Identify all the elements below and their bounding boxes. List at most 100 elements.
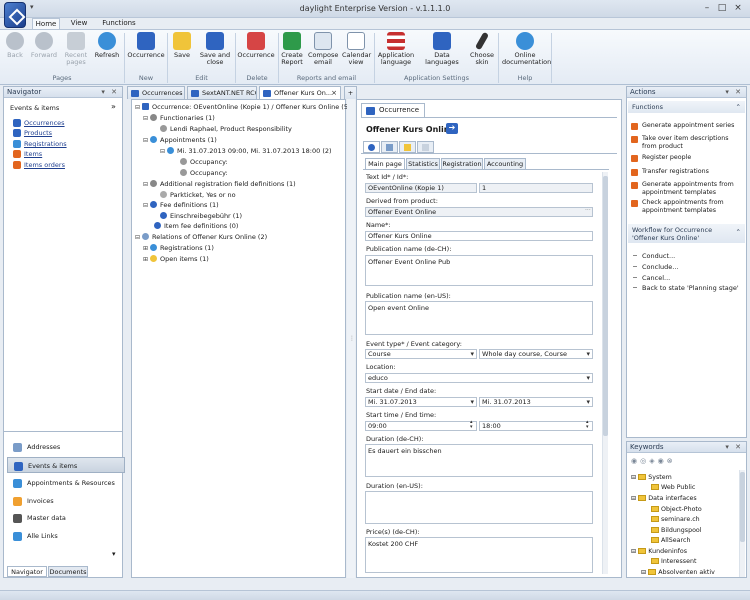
tree-parking-field[interactable]: Parkticket, Yes or no (160, 191, 236, 199)
start-time-field[interactable]: 09:00 (365, 421, 477, 431)
scroll-thumb[interactable] (603, 176, 608, 436)
ellipsis-button[interactable]: ··· (585, 207, 591, 214)
keywords-scrollbar[interactable] (739, 470, 745, 577)
collapse-icon[interactable]: ⌃ (736, 101, 741, 113)
compose-email-button[interactable]: Compose email (308, 32, 338, 66)
keyword-web-public[interactable]: Web Public (651, 484, 695, 491)
keyword-seminare[interactable]: seminare.ch (651, 516, 700, 523)
action-transfer-registrations[interactable]: Transfer registrations (631, 168, 743, 176)
price-field[interactable]: Kostet 200 CHF (365, 537, 593, 573)
start-date-picker[interactable]: Mi. 31.07.2013 (365, 397, 477, 407)
dur-en-field[interactable] (365, 491, 593, 524)
choose-skin-button[interactable]: Choose skin (468, 31, 496, 66)
refresh-button[interactable]: Refresh (93, 32, 121, 59)
calendar-view-button[interactable]: Calendar view (342, 32, 371, 66)
workflow-cancel[interactable]: Cancel... (631, 274, 670, 282)
data-languages-button[interactable]: Data languages (418, 32, 466, 66)
tree-functionaries[interactable]: ⊟ Functionaries (1) (143, 114, 215, 122)
navbar-events-items[interactable]: Events & items (7, 457, 125, 473)
tree-relations[interactable]: ⊟ Relations of Offener Kurs Online (2) (135, 233, 267, 241)
nav-link-registrations[interactable]: Registrations (13, 140, 67, 148)
view-tab-tools[interactable] (381, 141, 398, 153)
scroll-thumb[interactable] (740, 472, 745, 542)
action-generate-from-templates[interactable]: Generate appointments from appointment t… (631, 181, 743, 196)
nav-link-occurrences[interactable]: Occurrences (13, 119, 65, 127)
back-button[interactable]: Back (4, 32, 26, 59)
keyword-interessent[interactable]: Interessent (651, 558, 696, 565)
subtab-main-page[interactable]: Main page (365, 158, 405, 169)
overflow-chevron-icon[interactable]: ▾ (112, 550, 116, 558)
forward-button[interactable]: Forward (28, 32, 60, 59)
action-take-over-descriptions[interactable]: Take over item descriptions from product (631, 135, 743, 150)
detail-tab-occurrence[interactable]: Occurrence (361, 103, 425, 117)
new-tab-button[interactable]: + (344, 86, 357, 99)
start-time-spinner-icon[interactable]: ▴ ▾ (470, 420, 473, 430)
panel-pin-close-icon[interactable]: ▾ ✕ (101, 87, 119, 98)
functions-header[interactable]: Functions ⌃ (628, 101, 745, 113)
quick-access-dropdown-icon[interactable]: ▾ (30, 3, 50, 13)
collapse-icon[interactable]: ⊟ (143, 115, 150, 122)
name-field[interactable]: Offener Kurs Online (365, 231, 593, 241)
derived-field[interactable]: Offener Event Online (365, 207, 593, 217)
text-id-field[interactable]: OEventOnline (Kopie 1) (365, 183, 477, 193)
keyword-toolbar-icons[interactable]: ◉◎◈◉⊗ (631, 457, 676, 465)
keyword-bildungspool[interactable]: Bildungspool (651, 527, 702, 534)
doc-tab-occurrences[interactable]: Occurrences (127, 86, 185, 99)
tree-open-items[interactable]: ⊞ Open items (1) (143, 255, 209, 263)
tree-appointment[interactable]: ⊟ Mi. 31.07.2013 09:00, Mi. 31.07.2013 18… (160, 147, 332, 155)
tree-fee-definitions[interactable]: ⊟ Fee definitions (1) (143, 201, 219, 209)
save-close-button[interactable]: Save and close (198, 32, 232, 66)
navbar-addresses[interactable]: Addresses (7, 439, 125, 455)
event-category-select[interactable]: Whole day course, Course (479, 349, 593, 359)
location-select[interactable]: educo (365, 373, 593, 383)
tab-documents[interactable]: Documents (48, 566, 88, 577)
app-language-button[interactable]: Application language (377, 32, 415, 66)
panel-pin-close-icon[interactable]: ▾ ✕ (725, 442, 743, 453)
navbar-master-data[interactable]: Master data (7, 510, 125, 526)
create-report-button[interactable]: Create Report (280, 32, 304, 66)
delete-occurrence-button[interactable]: Occurrence (237, 32, 275, 59)
tab-navigator[interactable]: Navigator (7, 566, 47, 577)
navigate-arrow-icon[interactable]: ➔ (446, 123, 458, 134)
tab-functions[interactable]: Functions (100, 18, 138, 29)
tab-view[interactable]: View (66, 18, 92, 29)
workflow-conduct[interactable]: Conduct... (631, 252, 675, 260)
subtab-statistics[interactable]: Statistics (406, 158, 440, 169)
keyword-system[interactable]: ⊟ System (631, 474, 672, 481)
action-generate-series[interactable]: Generate appointment series (631, 122, 743, 130)
nav-link-products[interactable]: Products (13, 129, 52, 137)
keyword-kundeninfos[interactable]: ⊟ Kundeninfos (631, 548, 687, 555)
subtab-accounting[interactable]: Accounting (484, 158, 526, 169)
collapse-icon[interactable]: ⊟ (135, 104, 142, 111)
subtab-registration[interactable]: Registration (441, 158, 483, 169)
tree-occupancy[interactable]: Occupancy: (180, 169, 228, 177)
end-date-picker[interactable]: Mi. 31.07.2013 (479, 397, 593, 407)
collapse-icon[interactable]: ⌃ (736, 228, 741, 236)
new-occurrence-button[interactable]: Occurrence (127, 32, 165, 59)
detail-scrollbar[interactable] (602, 172, 608, 574)
collapse-icon[interactable]: ⊟ (143, 202, 150, 209)
view-tab-keys[interactable] (399, 141, 416, 153)
pub-en-field[interactable]: Open event Online (365, 301, 593, 335)
splitter[interactable]: ⋮ (347, 99, 355, 578)
tree-fee[interactable]: Einschreibegebühr (1) (160, 212, 242, 220)
tab-home[interactable]: Home (32, 18, 60, 29)
workflow-back-to-planning[interactable]: Back to state 'Planning stage' (631, 284, 739, 292)
tree-item-fee[interactable]: Item fee definitions (0) (154, 222, 238, 230)
action-check-appointments[interactable]: Check appointments from appointment temp… (631, 199, 743, 214)
online-docs-button[interactable]: Online documentation (502, 32, 551, 66)
view-tab-main[interactable] (363, 141, 380, 153)
navbar-alle-links[interactable]: Alle Links (7, 528, 125, 544)
close-icon[interactable]: × (731, 3, 745, 14)
keyword-object-photo[interactable]: Object-Photo (651, 506, 702, 513)
nav-link-items[interactable]: Items (13, 150, 42, 158)
maximize-icon[interactable]: □ (715, 3, 729, 14)
end-time-spinner-icon[interactable]: ▴ ▾ (586, 420, 589, 430)
action-register-people[interactable]: Register people (631, 154, 743, 162)
tree-occupancy[interactable]: Occupancy: (180, 158, 228, 166)
navbar-invoices[interactable]: Invoices (7, 493, 125, 509)
doc-tab-sextant[interactable]: SextANT.NET RCO (187, 86, 257, 99)
minimize-icon[interactable]: – (700, 3, 714, 14)
expand-icon[interactable]: ⊞ (143, 245, 150, 252)
tree-root[interactable]: ⊟ Occurrence: OEventOnline (Kopie 1) / Of… (135, 103, 351, 111)
